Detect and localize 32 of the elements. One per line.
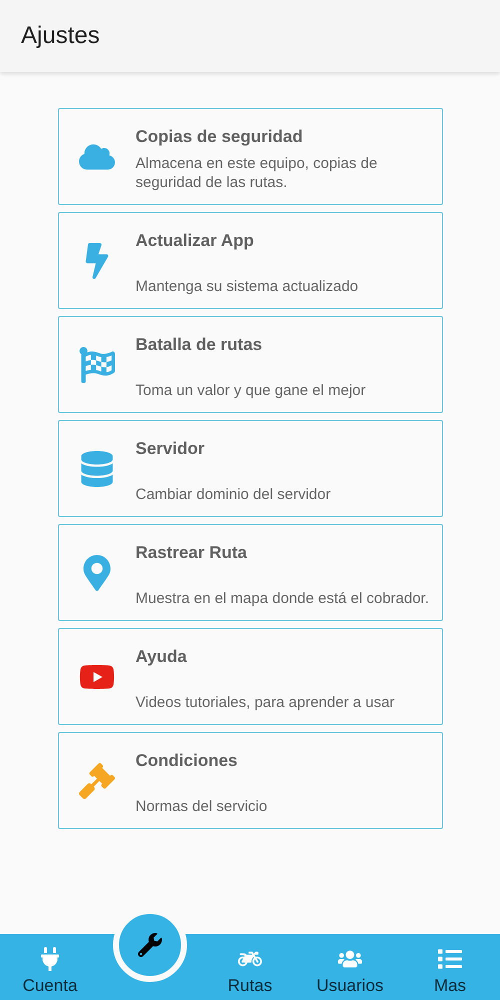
database-icon <box>79 450 115 486</box>
card-title: Rastrear Ruta <box>136 542 248 564</box>
settings-card[interactable]: Actualizar App Mantenga su sistema actualizado <box>58 212 442 309</box>
nav-tab[interactable]: Usuarios <box>300 934 400 1000</box>
card-title: Batalla de rutas <box>136 334 264 356</box>
flag-icon <box>79 346 115 382</box>
nav-tab[interactable]: Mas <box>400 934 500 1000</box>
settings-card[interactable]: Batalla de rutas Toma un valor y que gane el mejor <box>58 316 442 413</box>
card-description: Almacena en este equipo, copias de seguridad de las rutas. <box>136 154 378 192</box>
gavel-icon <box>79 762 115 798</box>
page-title: Ajustes <box>21 21 100 51</box>
card-title: Copias de seguridad <box>136 126 304 148</box>
card-title: Ayuda <box>136 646 188 668</box>
plug-icon <box>38 947 62 971</box>
card-description: Videos tutoriales, para aprender a usar <box>136 693 396 712</box>
nav-tab[interactable]: Cuenta <box>0 934 100 1000</box>
nav-tab[interactable]: Rutas <box>200 934 300 1000</box>
card-description: Cambiar dominio del servidor <box>136 485 332 504</box>
card-title: Servidor <box>136 438 206 460</box>
list-icon <box>438 947 462 971</box>
card-title: Actualizar App <box>136 230 255 252</box>
settings-card[interactable]: Condiciones Normas del servicio <box>58 732 442 829</box>
settings-card[interactable]: Copias de seguridad Almacena en este equipo, copias de seguridad de las rutas. <box>58 108 442 205</box>
card-title: Condiciones <box>136 750 239 772</box>
settings-card[interactable]: Ayuda Videos tutoriales, para aprender a usar <box>58 628 442 725</box>
wrench-icon <box>138 933 162 957</box>
card-description: Mantenga su sistema actualizado <box>136 277 360 296</box>
card-description: Normas del servicio <box>136 797 268 816</box>
settings-card[interactable]: Servidor Cambiar dominio del servidor <box>58 420 442 517</box>
card-description: Muestra en el mapa donde está el cobrador. <box>136 589 430 608</box>
card-description: Toma un valor y que gane el mejor <box>136 381 367 400</box>
settings-card[interactable]: Rastrear Ruta Muestra en el mapa donde está el cobrador. <box>58 524 442 621</box>
